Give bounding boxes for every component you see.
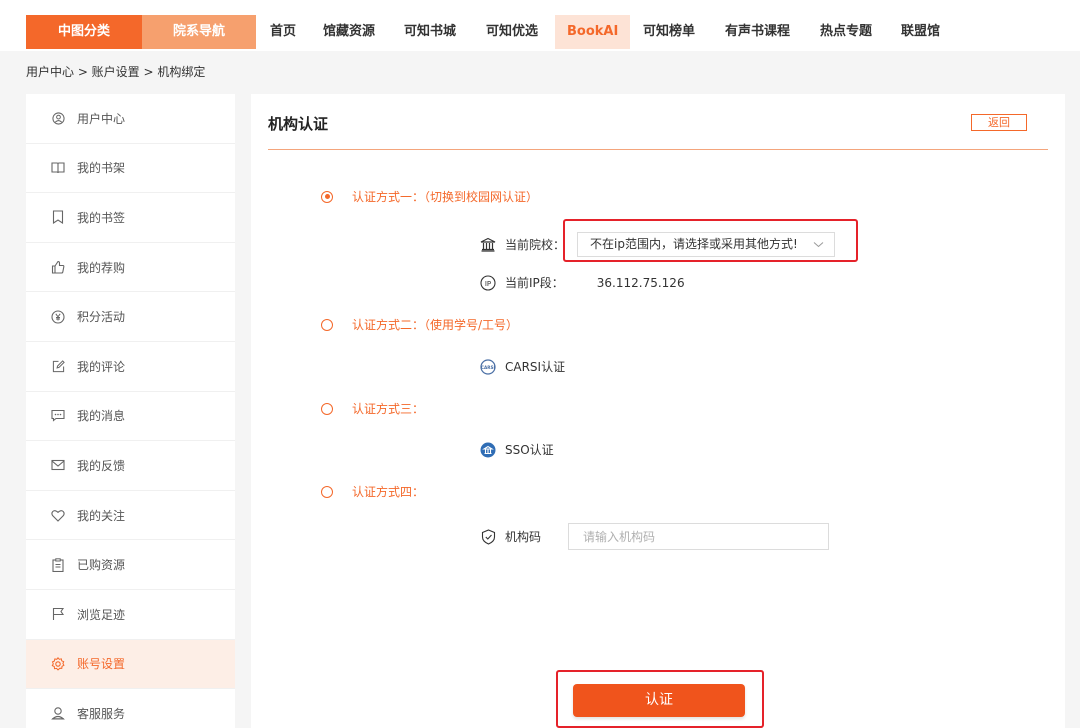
institution-auth-panel: 机构认证 返回 认证方式一：（切换到校园网认证） 当前院校： 不在ip范围内，请… xyxy=(251,94,1065,728)
back-button[interactable]: 返回 xyxy=(971,114,1027,131)
shield-check-icon xyxy=(480,528,496,545)
chevron-down-icon xyxy=(813,233,824,264)
flag-icon xyxy=(51,607,65,621)
carsi-auth-link[interactable]: CARSI CARSI认证 xyxy=(480,358,565,375)
sidebar-item-label: 我的消息 xyxy=(77,409,126,424)
sidebar-item-label: 浏览足迹 xyxy=(77,607,126,622)
page-title: 机构认证 xyxy=(268,115,329,133)
nav-hot-topics[interactable]: 热点专题 xyxy=(820,15,872,49)
ip-icon: IP xyxy=(480,274,496,291)
sidebar-item-points[interactable]: 积分活动 xyxy=(26,292,235,342)
nav-bookai[interactable]: BookAI xyxy=(555,15,631,49)
sidebar-item-bookshelf[interactable]: 我的书架 xyxy=(26,144,235,194)
category-button-department[interactable]: 院系导航 xyxy=(142,15,256,49)
current-school-row: 当前院校： xyxy=(480,236,565,253)
carsi-auth-label: CARSI认证 xyxy=(505,360,566,374)
school-select[interactable]: 不在ip范围内，请选择或采用其他方式! xyxy=(577,232,835,257)
sso-auth-label: SSO认证 xyxy=(505,443,554,457)
sidebar-item-label: 用户中心 xyxy=(77,111,126,126)
category-button-clc[interactable]: 中图分类 xyxy=(26,15,142,49)
breadcrumb: 用户中心 > 账户设置 > 机构绑定 xyxy=(26,65,206,79)
nav-collection[interactable]: 馆藏资源 xyxy=(323,15,375,49)
sidebar-item-customer-service[interactable]: 客服服务 xyxy=(26,689,235,728)
institution-code-input[interactable] xyxy=(568,523,829,550)
clipboard-icon xyxy=(51,557,65,572)
auth-method-4-radio[interactable]: 认证方式四： xyxy=(321,483,424,500)
sidebar-item-following[interactable]: 我的关注 xyxy=(26,491,235,541)
svg-text:IP: IP xyxy=(485,279,491,287)
sidebar-item-label: 我的关注 xyxy=(77,508,126,523)
institution-building-icon xyxy=(480,237,496,253)
bookmark-icon xyxy=(51,210,65,225)
sidebar-item-messages[interactable]: 我的消息 xyxy=(26,392,235,442)
institution-code-row: 机构码 xyxy=(480,528,541,545)
institution-code-label: 机构码 xyxy=(505,530,542,544)
auth-method-1-label: 认证方式一：（切换到校园网认证） xyxy=(352,190,539,204)
user-circle-icon xyxy=(51,111,65,125)
sidebar-item-purchased[interactable]: 已购资源 xyxy=(26,540,235,590)
sidebar-item-label: 我的荐购 xyxy=(77,260,126,275)
carsi-icon: CARSI xyxy=(480,358,496,375)
current-ip-value: 36.112.75.126 xyxy=(596,275,685,290)
current-ip-row: IP 当前IP段： 36.112.75.126 xyxy=(480,274,685,291)
nav-home[interactable]: 首页 xyxy=(270,15,296,49)
auth-method-1-radio[interactable]: 认证方式一：（切换到校园网认证） xyxy=(321,188,538,205)
sidebar-item-label: 我的评论 xyxy=(77,359,126,374)
sidebar-item-label: 我的反馈 xyxy=(77,458,126,473)
heart-icon xyxy=(51,508,65,522)
svg-text:CARSI: CARSI xyxy=(481,364,496,369)
sidebar-item-label: 客服服务 xyxy=(77,706,126,721)
current-school-label: 当前院校： xyxy=(505,238,566,252)
auth-method-2-label: 认证方式二：（使用学号/工号） xyxy=(352,318,519,332)
title-divider xyxy=(268,149,1048,150)
sidebar-item-comments[interactable]: 我的评论 xyxy=(26,342,235,392)
sidebar-item-label: 我的书签 xyxy=(77,210,126,225)
sidebar-item-label: 积分活动 xyxy=(77,310,126,325)
book-open-icon xyxy=(51,161,65,175)
sidebar-item-recommendations[interactable]: 我的荐购 xyxy=(26,243,235,293)
mail-icon xyxy=(51,458,65,472)
customer-service-icon xyxy=(51,706,65,720)
top-navigation: 中图分类 院系导航 首页 馆藏资源 可知书城 可知优选 BookAI 可知榜单 … xyxy=(0,0,1080,51)
auth-method-2-radio[interactable]: 认证方式二：（使用学号/工号） xyxy=(321,316,518,333)
edit-icon xyxy=(51,359,65,373)
yen-coin-icon xyxy=(51,310,65,324)
current-ip-label: 当前IP段： xyxy=(505,276,564,290)
sidebar-item-label: 我的书架 xyxy=(77,161,126,176)
sidebar-item-feedback[interactable]: 我的反馈 xyxy=(26,441,235,491)
sso-auth-link[interactable]: SSO认证 xyxy=(480,441,554,458)
auth-method-3-radio[interactable]: 认证方式三： xyxy=(321,400,424,417)
sidebar-item-bookmarks[interactable]: 我的书签 xyxy=(26,193,235,243)
radio-checked-icon xyxy=(321,190,333,203)
radio-unchecked-icon xyxy=(321,485,333,498)
sidebar-item-label: 已购资源 xyxy=(77,558,126,573)
radio-unchecked-icon xyxy=(321,402,333,415)
sidebar-item-history[interactable]: 浏览足迹 xyxy=(26,590,235,640)
sso-icon xyxy=(480,442,496,458)
nav-audiobook-courses[interactable]: 有声书课程 xyxy=(725,15,790,49)
nav-rankings[interactable]: 可知榜单 xyxy=(643,15,695,49)
message-icon xyxy=(51,409,65,423)
nav-alliance[interactable]: 联盟馆 xyxy=(901,15,940,49)
thumbs-up-icon xyxy=(51,260,65,274)
sidebar: 用户中心 我的书架 我的书签 我的荐购 积分活动 我的评论 我的消息 我的反馈 … xyxy=(26,94,235,728)
auth-method-3-label: 认证方式三： xyxy=(352,402,425,416)
nav-bookstore[interactable]: 可知书城 xyxy=(404,15,456,49)
nav-selected[interactable]: 可知优选 xyxy=(486,15,538,49)
authenticate-button[interactable]: 认证 xyxy=(573,684,745,717)
school-select-value: 不在ip范围内，请选择或采用其他方式! xyxy=(590,237,798,251)
auth-method-4-label: 认证方式四： xyxy=(352,485,425,499)
sidebar-item-user-center[interactable]: 用户中心 xyxy=(26,94,235,144)
gear-icon xyxy=(51,656,65,671)
sidebar-item-account-settings[interactable]: 账号设置 xyxy=(26,639,235,690)
sidebar-item-label: 账号设置 xyxy=(77,657,126,672)
radio-unchecked-icon xyxy=(321,318,333,331)
